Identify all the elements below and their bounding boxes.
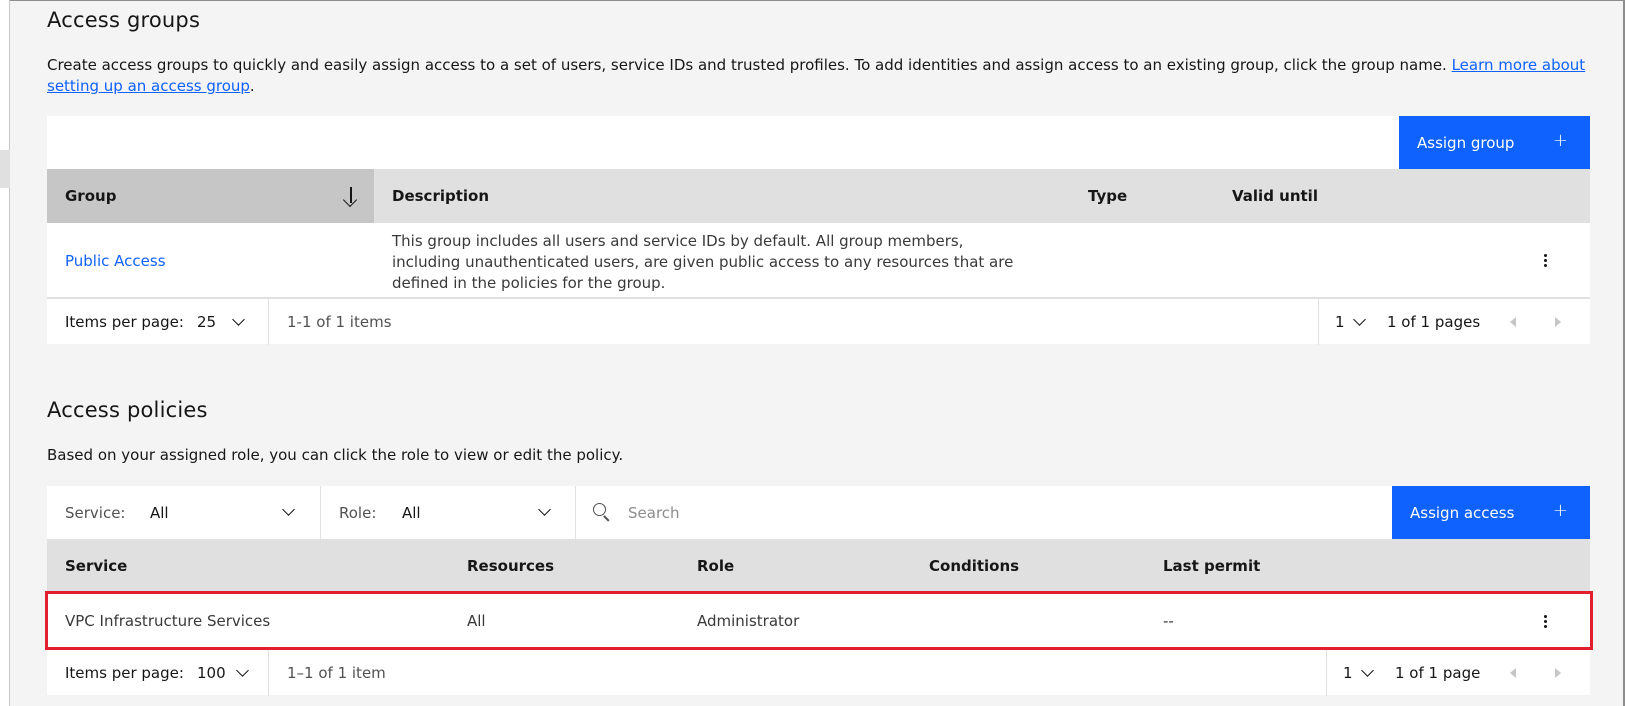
policy-last-permit: -- — [1163, 612, 1174, 630]
access-groups-pagination: Items per page: 25 1-1 of 1 items 1 1 of… — [47, 298, 1590, 345]
sort-descending-icon — [342, 186, 359, 208]
role-filter-label: Role: — [339, 503, 377, 522]
add-icon: + — [1552, 500, 1568, 521]
column-header-type: Type — [1088, 187, 1128, 205]
page-select[interactable]: 1 — [1335, 299, 1366, 345]
left-rail — [0, 0, 10, 706]
access-policies-table-header: Service Resources Role Conditions Last p… — [47, 539, 1590, 593]
service-filter-label: Service: — [65, 503, 126, 522]
service-filter-value: All — [150, 503, 169, 522]
access-groups-description: Create access groups to quickly and easi… — [47, 55, 1592, 97]
column-header-valid-until: Valid until — [1232, 187, 1318, 205]
column-header-last-permit: Last permit — [1163, 557, 1261, 575]
chevron-down-icon — [235, 664, 249, 677]
overflow-menu-icon[interactable] — [1535, 611, 1555, 631]
next-page-button[interactable] — [1555, 650, 1561, 696]
search-icon — [593, 503, 611, 522]
items-per-page-value: 100 — [197, 664, 226, 682]
access-groups-toolbar: Assign group + — [47, 116, 1590, 169]
items-range: 1–1 of 1 item — [287, 664, 386, 682]
search-placeholder: Search — [628, 503, 680, 522]
add-icon: + — [1552, 130, 1568, 151]
access-groups-description-text: Create access groups to quickly and easi… — [47, 56, 1452, 74]
chevron-down-icon — [538, 503, 551, 516]
assign-access-button[interactable]: Assign access + — [1392, 486, 1590, 539]
page-count: 1 of 1 pages — [1387, 313, 1481, 331]
description-end: . — [249, 77, 255, 95]
page-value: 1 — [1343, 664, 1353, 682]
access-groups-title: Access groups — [47, 8, 201, 32]
chevron-down-icon — [232, 313, 245, 326]
column-header-resources: Resources — [467, 557, 555, 575]
policy-resources: All — [467, 612, 486, 630]
assign-group-button[interactable]: Assign group + — [1399, 116, 1590, 169]
service-filter-dropdown[interactable]: Service: All — [47, 486, 321, 539]
role-filter-dropdown[interactable]: Role: All — [321, 486, 576, 539]
column-label-group: Group — [65, 187, 117, 205]
role-filter-value: All — [402, 503, 421, 522]
items-per-page-label: Items per page: — [65, 313, 184, 331]
access-policies-toolbar: Service: All Role: All Search Assign acc… — [47, 486, 1590, 539]
previous-page-button[interactable] — [1510, 299, 1516, 345]
policy-role[interactable]: Administrator — [697, 593, 799, 649]
access-policies-description: Based on your assigned role, you can cli… — [47, 446, 624, 464]
column-header-role: Role — [697, 557, 735, 575]
overflow-menu-icon[interactable] — [1535, 250, 1555, 270]
items-range: 1-1 of 1 items — [287, 313, 392, 331]
chevron-down-icon — [1360, 664, 1374, 677]
table-row[interactable]: VPC Infrastructure Services All Administ… — [47, 593, 1590, 649]
access-groups-table-header: Group Description Type Valid until — [47, 169, 1590, 223]
group-name-link[interactable]: Public Access — [65, 223, 166, 298]
search-input[interactable]: Search — [576, 486, 1392, 539]
page-value: 1 — [1335, 313, 1345, 331]
column-header-conditions: Conditions — [929, 557, 1020, 575]
access-policies-title: Access policies — [47, 398, 208, 422]
caret-right-icon — [1555, 317, 1561, 327]
items-per-page-select[interactable]: 25 — [197, 299, 257, 345]
items-per-page-value: 25 — [197, 313, 217, 331]
column-header-service: Service — [65, 557, 128, 575]
left-rail-marker — [0, 150, 10, 188]
next-page-button[interactable] — [1555, 299, 1561, 345]
page-select[interactable]: 1 — [1343, 650, 1374, 696]
caret-right-icon — [1555, 668, 1561, 678]
items-per-page-label: Items per page: — [65, 664, 184, 682]
previous-page-button[interactable] — [1510, 650, 1516, 696]
items-per-page-select[interactable]: 100 — [197, 650, 257, 696]
access-policies-pagination: Items per page: 100 1–1 of 1 item 1 1 of… — [47, 649, 1590, 696]
page-count: 1 of 1 page — [1395, 664, 1481, 682]
caret-left-icon — [1510, 317, 1516, 327]
table-row[interactable]: Public Access This group includes all us… — [47, 223, 1590, 298]
policy-service: VPC Infrastructure Services — [65, 612, 271, 630]
column-header-group[interactable]: Group — [47, 169, 374, 223]
column-header-description: Description — [392, 187, 490, 205]
top-divider — [10, 0, 1625, 1]
assign-access-label: Assign access — [1410, 503, 1515, 522]
chevron-down-icon — [1352, 313, 1366, 326]
assign-group-label: Assign group — [1417, 133, 1515, 152]
group-description: This group includes all users and servic… — [392, 232, 1014, 292]
caret-left-icon — [1510, 668, 1516, 678]
chevron-down-icon — [282, 503, 295, 516]
